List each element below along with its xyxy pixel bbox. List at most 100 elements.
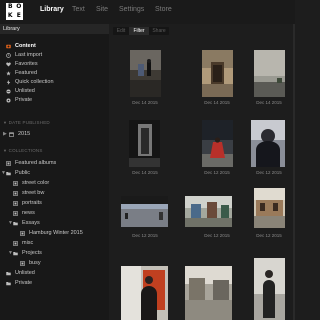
photo-thumbnail[interactable] <box>121 196 168 227</box>
collection-featured-albums[interactable]: Featured albums <box>0 159 109 168</box>
nav-store[interactable]: Store <box>155 6 172 13</box>
star-icon <box>6 71 11 76</box>
photo-thumbnail[interactable] <box>130 50 161 97</box>
sidebar-item-label: Quick collection <box>15 79 54 85</box>
folder-icon <box>6 272 11 276</box>
collection-label: Unlisted <box>15 270 35 276</box>
photo-thumbnail[interactable] <box>202 50 233 97</box>
collection-label: Public <box>15 170 30 176</box>
collection-label: Featured albums <box>15 160 57 166</box>
photo-thumbnail[interactable] <box>185 266 232 320</box>
collection-essays[interactable]: ▼ Essays <box>0 219 109 228</box>
album-icon <box>13 191 18 196</box>
collection-label: Essays <box>22 220 40 226</box>
photo-thumbnail[interactable] <box>254 188 285 228</box>
sidebar-item-label: Private <box>15 97 33 103</box>
album-icon <box>20 261 25 266</box>
sidebar-item-label: Last import <box>15 52 43 58</box>
album-icon <box>13 181 18 186</box>
collection-label: Private <box>15 280 33 286</box>
logo-letter: O <box>16 3 22 10</box>
sidebar-item-content[interactable]: Content <box>0 42 109 51</box>
content-icon <box>6 44 11 49</box>
photo-thumbnail[interactable] <box>202 120 233 167</box>
album-icon <box>6 161 11 166</box>
photo-date: Dec 12 2015 <box>204 170 230 175</box>
photo-date: Dec 14 2015 <box>256 100 282 105</box>
album-icon <box>20 231 25 236</box>
scrollbar[interactable] <box>293 24 295 320</box>
heart-icon <box>6 62 11 67</box>
sidebar-item-label: Content <box>15 43 36 49</box>
collection-unlisted[interactable]: Unlisted <box>0 269 109 278</box>
tab-share[interactable]: Share <box>149 27 169 35</box>
collection-label: portraits <box>22 200 42 206</box>
collection-misc[interactable]: misc <box>0 239 109 248</box>
photo-date: Dec 14 2015 <box>132 100 158 105</box>
logo-letter: B <box>7 3 13 10</box>
collection-projects[interactable]: ▼ Projects <box>0 249 109 258</box>
folder-icon <box>6 172 11 176</box>
sidebar-item-last-import[interactable]: Last import <box>0 51 109 60</box>
collection-news[interactable]: news <box>0 209 109 218</box>
collection-street-color[interactable]: street color <box>0 179 109 188</box>
lightning-icon <box>6 80 11 85</box>
collection-busy[interactable]: busy <box>0 259 109 268</box>
nav-text[interactable]: Text <box>72 6 85 13</box>
album-icon <box>13 211 18 216</box>
calendar-icon <box>9 132 14 137</box>
sidebar-item-year-2015[interactable]: ▶ 2015 <box>0 130 109 139</box>
sidebar-item-label: Unlisted <box>15 88 35 94</box>
photo-date: Dec 14 2015 <box>204 100 230 105</box>
sidebar-item-quick-collection[interactable]: Quick collection <box>0 78 109 87</box>
folder-icon <box>13 252 18 256</box>
collection-label: Hamburg Winter 2015 <box>29 230 83 236</box>
album-icon <box>13 201 18 206</box>
photo-thumbnail[interactable] <box>121 266 168 320</box>
collection-label: street bw <box>22 190 45 196</box>
photo-date: Dec 12 2015 <box>132 233 158 238</box>
sidebar-title: Library <box>0 24 109 34</box>
photo-thumbnail[interactable] <box>254 50 285 97</box>
photo-date: Dec 14 2015 <box>132 170 158 175</box>
tab-filter[interactable]: Filter <box>129 27 149 35</box>
collections-label: COLLECTIONS <box>8 148 43 153</box>
photo-date: Dec 12 2015 <box>256 170 282 175</box>
photo-thumbnail[interactable] <box>185 196 232 227</box>
sidebar-item-favorites[interactable]: Favorites <box>0 60 109 69</box>
tab-edit[interactable]: Edit <box>113 27 129 35</box>
sidebar-item-private[interactable]: Private <box>0 96 109 105</box>
logo[interactable]: B O K E <box>6 3 23 20</box>
private-icon <box>6 98 11 103</box>
chevron-right-icon[interactable]: ▶ <box>3 130 7 139</box>
collection-label: misc <box>22 240 34 246</box>
view-tabs: Edit Filter Share <box>113 27 169 35</box>
photo-thumbnail[interactable] <box>251 120 285 167</box>
date-published-heading: ▼ DATE PUBLISHED <box>3 120 50 125</box>
collection-label: busy <box>29 260 41 266</box>
nav-settings[interactable]: Settings <box>119 6 144 13</box>
collections-heading: ▼ COLLECTIONS <box>3 148 43 153</box>
collection-street-bw[interactable]: street bw <box>0 189 109 198</box>
date-published-label: DATE PUBLISHED <box>8 120 50 125</box>
sidebar-item-label: Favorites <box>15 61 38 67</box>
chevron-down-icon: ▼ <box>3 120 8 125</box>
collection-hamburg-winter-2015[interactable]: Hamburg Winter 2015 <box>0 229 109 238</box>
sidebar-item-label: Featured <box>15 70 38 76</box>
collection-public[interactable]: ▼ Public <box>0 169 109 178</box>
nav-site[interactable]: Site <box>96 6 108 13</box>
photo-thumbnail[interactable] <box>254 258 285 320</box>
nav-library[interactable]: Library <box>40 6 64 13</box>
clock-icon <box>6 53 11 58</box>
content-area: Edit Filter Share Dec 14 2015 Dec 14 201… <box>109 24 295 320</box>
collection-portraits[interactable]: portraits <box>0 199 109 208</box>
logo-letter: K <box>7 11 13 19</box>
photo-date: Dec 12 2015 <box>256 233 282 238</box>
photo-thumbnail[interactable] <box>129 120 160 167</box>
collection-label: Projects <box>22 250 42 256</box>
sidebar-item-label: 2015 <box>18 131 31 137</box>
sidebar-item-unlisted[interactable]: Unlisted <box>0 87 109 96</box>
collection-private[interactable]: Private <box>0 279 109 288</box>
sidebar-item-featured[interactable]: Featured <box>0 69 109 78</box>
logo-letter: E <box>16 11 21 19</box>
